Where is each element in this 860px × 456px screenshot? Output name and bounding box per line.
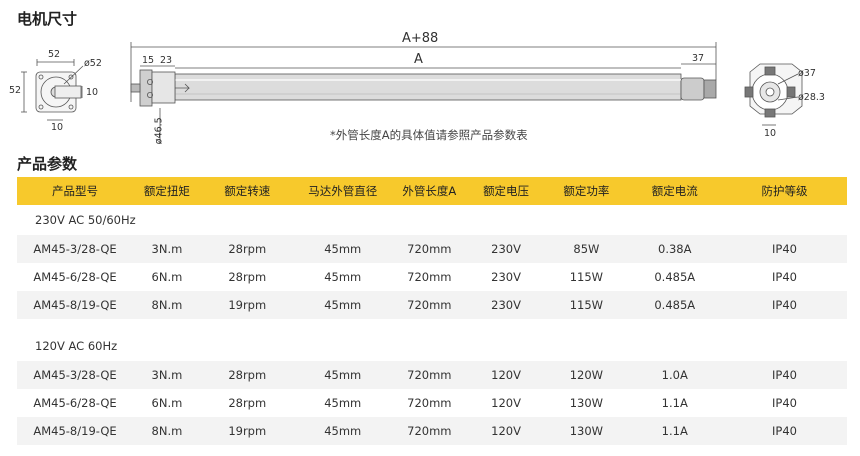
table-row: AM45-8/19-QE 8N.m 19rpm 45mm 720mm 120V …	[17, 417, 847, 445]
cell-voltage: 230V	[491, 270, 521, 284]
cell-protection: IP40	[772, 298, 797, 312]
spec-table: 产品型号 额定扭矩 额定转速 马达外管直径 外管长度A 额定电压 额定功率 额定…	[17, 177, 847, 445]
table-row: AM45-6/28-QE 6N.m 28rpm 45mm 720mm 230V …	[17, 263, 847, 291]
cell-power: 85W	[573, 242, 600, 256]
cell-current: 1.0A	[661, 368, 688, 382]
cell-speed: 28rpm	[228, 242, 267, 256]
cell-speed: 28rpm	[228, 368, 267, 382]
dim-left-width: 52	[48, 49, 61, 60]
cell-current: 1.1A	[661, 424, 688, 438]
cell-voltage: 230V	[491, 298, 521, 312]
cell-length: 720mm	[407, 368, 452, 382]
cell-power: 130W	[569, 424, 604, 438]
cell-protection: IP40	[772, 270, 797, 284]
dim-tube: A	[414, 52, 423, 67]
cell-length: 720mm	[407, 396, 452, 410]
cell-model: AM45-6/28-QE	[33, 270, 117, 284]
dim-tail: 37	[692, 53, 705, 64]
cell-voltage: 120V	[491, 396, 521, 410]
cell-voltage: 230V	[491, 242, 521, 256]
dim-head-dia: ø46.5	[153, 117, 165, 145]
table-header-row: 产品型号 额定扭矩 额定转速 马达外管直径 外管长度A 额定电压 额定功率 额定…	[17, 177, 847, 205]
dim-left-bottom: 10	[51, 122, 64, 133]
cell-diameter: 45mm	[324, 298, 362, 312]
cell-length: 720mm	[407, 270, 452, 284]
cell-speed: 28rpm	[228, 270, 267, 284]
cell-speed: 19rpm	[228, 298, 267, 312]
cell-diameter: 45mm	[324, 424, 362, 438]
header-model: 产品型号	[52, 184, 98, 198]
cell-model: AM45-6/28-QE	[33, 396, 117, 410]
cell-torque: 8N.m	[151, 424, 183, 438]
cell-length: 720mm	[407, 424, 452, 438]
cell-current: 0.38A	[658, 242, 692, 256]
group-label-row: 120V AC 60Hz	[17, 331, 847, 361]
header-speed: 额定转速	[224, 184, 271, 198]
cell-speed: 19rpm	[228, 424, 267, 438]
header-current: 额定电流	[651, 184, 698, 198]
cell-diameter: 45mm	[324, 270, 362, 284]
cell-protection: IP40	[772, 242, 797, 256]
table-row: AM45-6/28-QE 6N.m 28rpm 45mm 720mm 120V …	[17, 389, 847, 417]
cell-protection: IP40	[772, 368, 797, 382]
header-voltage: 额定电压	[483, 184, 530, 198]
dim-head-offset-1: 15	[142, 55, 155, 66]
table-row: AM45-3/28-QE 3N.m 28rpm 45mm 720mm 120V …	[17, 361, 847, 389]
cell-length: 720mm	[407, 242, 452, 256]
dim-overall: A+88	[402, 31, 439, 46]
dim-left-side: 10	[86, 87, 99, 98]
dim-right-dia-2: ø28.3	[798, 92, 825, 103]
cell-voltage: 120V	[491, 424, 521, 438]
cell-length: 720mm	[407, 298, 452, 312]
table-row: AM45-8/19-QE 8N.m 19rpm 45mm 720mm 230V …	[17, 291, 847, 319]
cell-protection: IP40	[772, 424, 797, 438]
cell-protection: IP40	[772, 396, 797, 410]
cell-power: 115W	[569, 298, 604, 312]
cell-torque: 6N.m	[151, 270, 183, 284]
cell-power: 115W	[569, 270, 604, 284]
dim-left-height: 52	[9, 85, 22, 96]
cell-speed: 28rpm	[228, 396, 267, 410]
dimension-note: *外管长度A的具体值请参照产品参数表	[330, 128, 528, 142]
group-label: 120V AC 60Hz	[35, 339, 118, 353]
header-power: 额定功率	[563, 184, 610, 198]
cell-diameter: 45mm	[324, 368, 362, 382]
cell-current: 1.1A	[661, 396, 688, 410]
cell-current: 0.485A	[654, 298, 696, 312]
dim-left-dia: ø52	[84, 58, 102, 69]
cell-torque: 8N.m	[151, 298, 183, 312]
dim-right-bottom: 10	[764, 128, 777, 139]
cell-torque: 3N.m	[151, 242, 183, 256]
cell-voltage: 120V	[491, 368, 521, 382]
group-label: 230V AC 50/60Hz	[35, 213, 136, 227]
dim-right-dia-1: ø37	[798, 68, 816, 79]
header-length: 外管长度A	[402, 184, 457, 198]
cell-model: AM45-8/19-QE	[33, 298, 117, 312]
cell-diameter: 45mm	[324, 242, 362, 256]
header-protection: 防护等级	[761, 184, 808, 198]
cell-model: AM45-8/19-QE	[33, 424, 117, 438]
cell-power: 130W	[569, 396, 604, 410]
cell-power: 120W	[569, 368, 604, 382]
header-torque: 额定扭矩	[143, 184, 190, 198]
dim-head-offset-2: 23	[160, 55, 173, 66]
group-label-row: 230V AC 50/60Hz	[17, 205, 847, 235]
cell-torque: 6N.m	[151, 396, 183, 410]
cell-torque: 3N.m	[151, 368, 183, 382]
cell-current: 0.485A	[654, 270, 696, 284]
specs-title: 产品参数	[17, 155, 78, 173]
table-row: AM45-3/28-QE 3N.m 28rpm 45mm 720mm 230V …	[17, 235, 847, 263]
cell-model: AM45-3/28-QE	[33, 242, 117, 256]
header-diameter: 马达外管直径	[308, 184, 378, 198]
cell-model: AM45-3/28-QE	[33, 368, 117, 382]
cell-diameter: 45mm	[324, 396, 362, 410]
